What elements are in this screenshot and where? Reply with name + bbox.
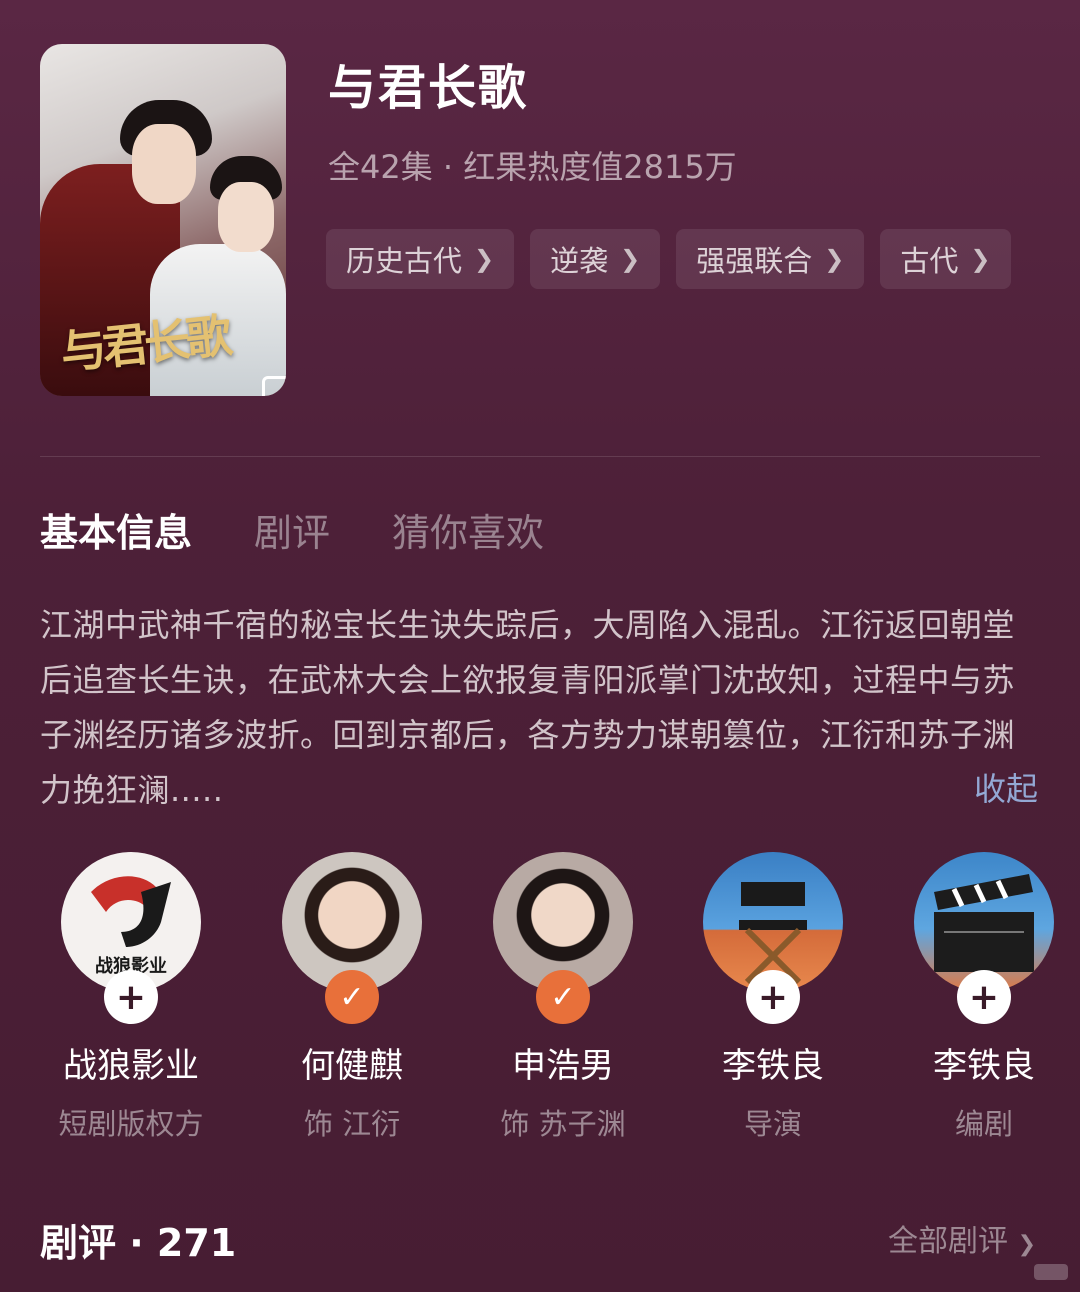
chevron-right-icon: ❯: [970, 245, 991, 273]
chevron-right-icon: ❯: [824, 245, 845, 273]
tag-label: 历史古代: [346, 244, 463, 278]
tag-chip[interactable]: 逆袭 ❯: [530, 229, 661, 289]
chevron-right-icon: ❯: [474, 245, 495, 273]
cast-crew-item[interactable]: 战狼影业 + 战狼影业 短剧版权方: [36, 852, 226, 1143]
cast-crew-item[interactable]: + 李铁良 编剧: [889, 852, 1079, 1143]
person-role: 饰 苏子渊: [500, 1107, 626, 1141]
cast-crew-item[interactable]: ✓ 何健麒 饰 江衍: [257, 852, 447, 1143]
cast-crew-item[interactable]: ✓ 申浩男 饰 苏子渊: [468, 852, 658, 1143]
gallery-icon[interactable]: [262, 376, 286, 396]
person-name: 战狼影业: [63, 1046, 199, 1086]
tag-label: 逆袭: [550, 244, 609, 278]
person-name: 申浩男: [512, 1046, 614, 1086]
tag-chip[interactable]: 历史古代 ❯: [326, 229, 515, 289]
follow-plus-icon[interactable]: +: [746, 970, 800, 1024]
poster-figure-face: [218, 182, 274, 252]
person-role: 饰 江衍: [303, 1107, 401, 1141]
cast-crew-item[interactable]: + 李铁良 导演: [678, 852, 868, 1143]
all-reviews-link[interactable]: 全部剧评 ❯: [888, 1216, 1036, 1260]
reviews-section-title: 剧评 · 271: [40, 1221, 237, 1265]
follow-plus-icon[interactable]: +: [104, 970, 158, 1024]
tab-recommendations[interactable]: 猜你喜欢: [392, 502, 544, 557]
tag-chip[interactable]: 古代 ❯: [880, 229, 1011, 289]
tag-chip[interactable]: 强强联合 ❯: [676, 229, 865, 289]
person-name: 李铁良: [722, 1046, 824, 1086]
tab-basic-info[interactable]: 基本信息: [40, 502, 192, 557]
tag-list: 历史古代 ❯ 逆袭 ❯ 强强联合 ❯ 古代 ❯: [326, 229, 1011, 289]
person-name: 李铁良: [933, 1046, 1035, 1086]
show-meta: 全42集 · 红果热度值2815万: [328, 148, 737, 186]
divider: [40, 456, 1040, 457]
watermark-logo: [1034, 1264, 1068, 1280]
tab-reviews[interactable]: 剧评: [254, 502, 330, 557]
person-name: 何健麒: [301, 1046, 403, 1086]
poster-image[interactable]: 与君长歌: [40, 44, 286, 396]
follow-plus-icon[interactable]: +: [957, 970, 1011, 1024]
collapse-link[interactable]: 收起: [974, 764, 1038, 810]
person-role: 编剧: [954, 1107, 1013, 1141]
person-role: 导演: [743, 1107, 802, 1141]
tag-label: 古代: [900, 244, 959, 278]
synopsis-text: 江湖中武神千宿的秘宝长生诀失踪后，大周陷入混乱。江衍返回朝堂后追查长生诀，在武林…: [40, 606, 1016, 809]
all-reviews-label: 全部剧评: [888, 1224, 1009, 1259]
followed-check-icon[interactable]: ✓: [325, 970, 379, 1024]
tag-label: 强强联合: [696, 244, 813, 278]
chevron-right-icon: ❯: [1017, 1232, 1036, 1257]
followed-check-icon[interactable]: ✓: [536, 970, 590, 1024]
person-role: 短剧版权方: [58, 1107, 204, 1141]
show-title: 与君长歌: [328, 60, 529, 116]
poster-figure-face: [132, 124, 196, 204]
chevron-right-icon: ❯: [620, 245, 641, 273]
tab-bar: 基本信息 剧评 猜你喜欢: [40, 502, 544, 557]
